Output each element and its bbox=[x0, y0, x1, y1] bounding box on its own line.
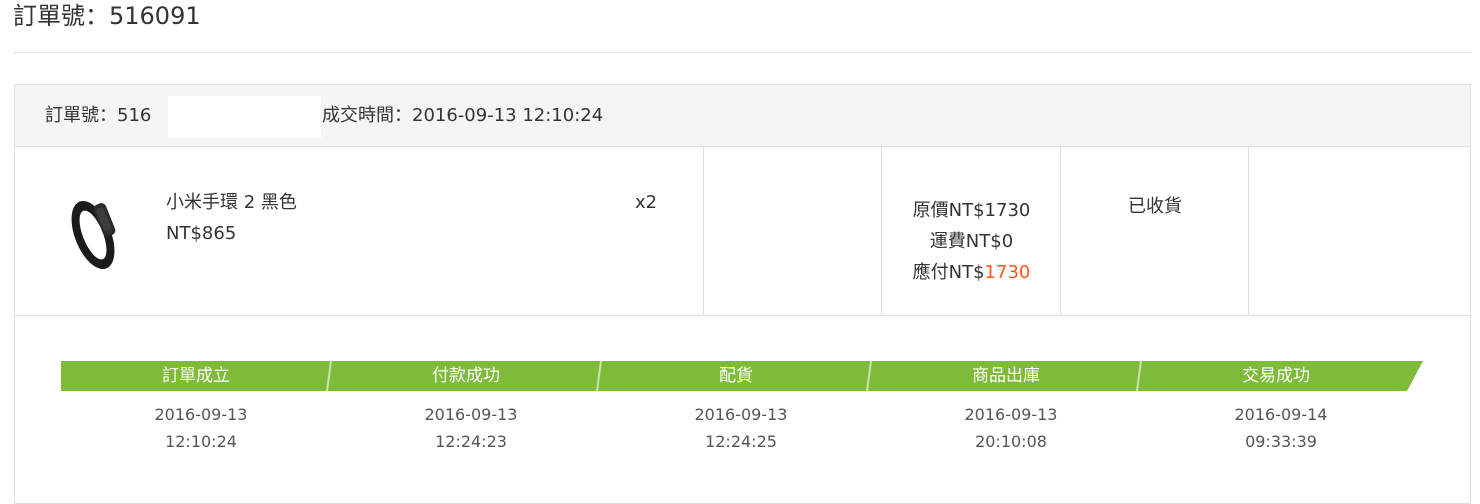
progress-step-shipped: 商品出庫 bbox=[972, 366, 1040, 386]
step-time: 20:10:08 bbox=[975, 432, 1047, 451]
step-time: 12:24:25 bbox=[705, 432, 777, 451]
order-number: 訂單號：516 bbox=[45, 105, 152, 126]
progress-step-picking: 配貨 bbox=[719, 366, 753, 386]
progress-step-timestamp: 2016-09-13 12:24:25 bbox=[601, 401, 881, 455]
payable-value: 1730 bbox=[984, 262, 1031, 283]
shipping-fee: 運費NT$0 bbox=[929, 231, 1014, 252]
column-divider bbox=[1248, 147, 1249, 315]
progress-step-timestamp: 2016-09-13 12:10:24 bbox=[61, 401, 341, 455]
payable-amount: 應付NT$1730 bbox=[882, 257, 1061, 288]
product-name-link[interactable]: 小米手環 2 黑色 bbox=[166, 191, 297, 215]
order-card: 訂單號：516 成交時間：2016-09-13 12:10:24 小米手環 2 … bbox=[14, 84, 1471, 504]
step-date: 2016-09-13 bbox=[424, 405, 518, 424]
progress-step-complete: 交易成功 bbox=[1242, 366, 1310, 386]
order-item-row: 小米手環 2 黑色 NT$865 x2 原價NT$1730 運費NT$0 應付N… bbox=[15, 147, 1470, 316]
order-progress-bar: 訂單成立 付款成功 配貨 商品出庫 交易成功 bbox=[61, 361, 1423, 391]
step-date: 2016-09-13 bbox=[694, 405, 788, 424]
product-quantity: x2 bbox=[635, 192, 658, 213]
fitness-band-icon[interactable] bbox=[59, 189, 129, 279]
page-title: 訂單號：516091 bbox=[13, 2, 201, 30]
deal-time: 成交時間：2016-09-13 12:10:24 bbox=[322, 105, 604, 126]
step-date: 2016-09-13 bbox=[964, 405, 1058, 424]
progress-step-timestamp: 2016-09-13 20:10:08 bbox=[871, 401, 1151, 455]
progress-step-payment: 付款成功 bbox=[432, 366, 500, 386]
step-date: 2016-09-13 bbox=[154, 405, 248, 424]
original-price: 原價NT$1730 bbox=[912, 200, 1031, 221]
step-date: 2016-09-14 bbox=[1234, 405, 1328, 424]
order-amounts: 原價NT$1730 運費NT$0 應付NT$1730 bbox=[882, 195, 1061, 288]
column-divider bbox=[703, 147, 704, 315]
order-header: 訂單號：516 成交時間：2016-09-13 12:10:24 bbox=[15, 85, 1470, 147]
step-time: 09:33:39 bbox=[1245, 432, 1317, 451]
step-time: 12:24:23 bbox=[435, 432, 507, 451]
payable-prefix: 應付NT$ bbox=[912, 262, 985, 283]
product-unit-price: NT$865 bbox=[166, 223, 237, 244]
progress-step-timestamp: 2016-09-13 12:24:23 bbox=[331, 401, 611, 455]
redacted-area bbox=[168, 96, 321, 138]
progress-step-order-placed: 訂單成立 bbox=[162, 366, 230, 386]
order-status: 已收貨 bbox=[1128, 196, 1182, 217]
progress-step-timestamp: 2016-09-14 09:33:39 bbox=[1141, 401, 1421, 455]
title-divider bbox=[13, 52, 1472, 53]
step-time: 12:10:24 bbox=[165, 432, 237, 451]
